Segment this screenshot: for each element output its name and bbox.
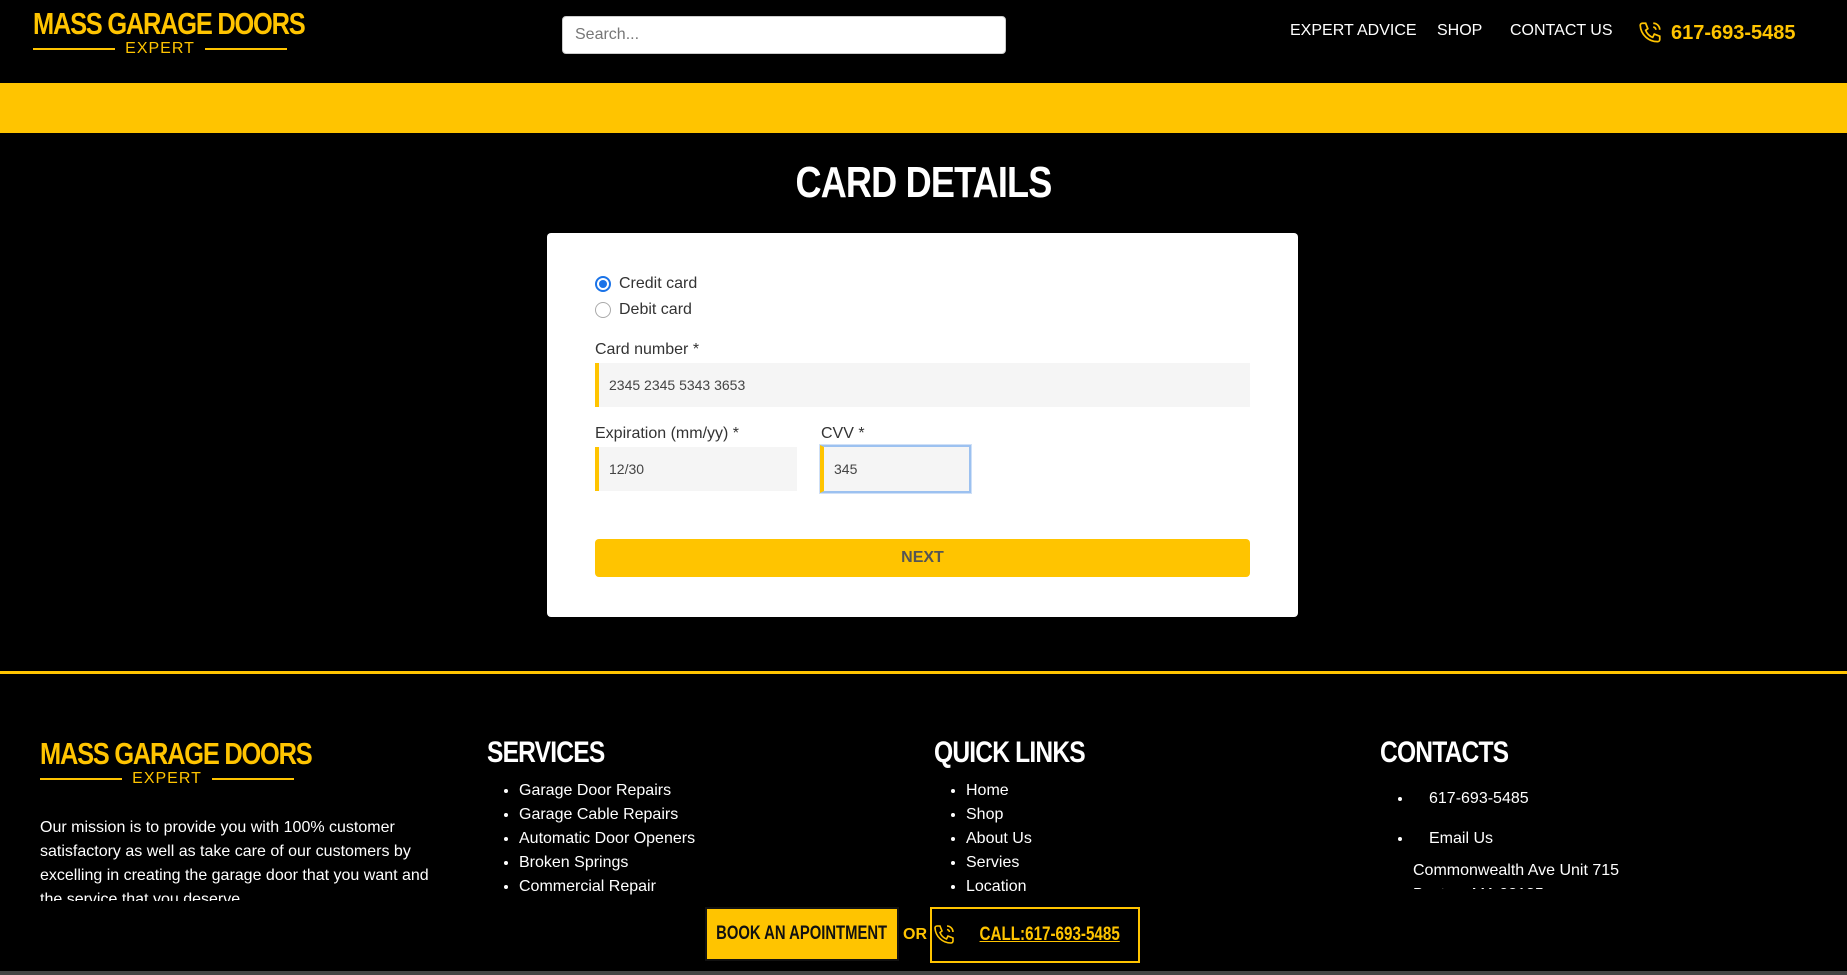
nav-shop[interactable]: SHOP [1437,22,1482,40]
contact-phone[interactable]: 617-693-5485 [1413,787,1619,811]
logo-line [40,778,123,780]
logo-line [204,48,288,50]
call-button[interactable]: CALL:617-693-5485 [930,907,1140,963]
cvv-input[interactable]: 345 [820,445,971,493]
call-button-label: CALL:617-693-5485 [979,924,1121,945]
card-number-label: Card number * [595,341,700,358]
book-appointment-label: BOOK AN APOINTMENT [716,923,888,944]
service-item[interactable]: Garage Door Repairs [519,779,695,803]
radio-checked-icon [595,276,611,292]
search-input[interactable] [562,16,1006,54]
quick-links-heading: QUICK LINKS [934,736,1086,769]
logo-sub-text: EXPERT [125,40,195,57]
quick-link-home[interactable]: Home [966,779,1032,803]
expiration-label: Expiration (mm/yy) * [595,425,740,442]
contact-address: Commonwealth Ave Unit 715 Boston, MA 021… [1413,859,1619,889]
contact-email[interactable]: Email Us [1413,827,1619,851]
radio-unchecked-icon [595,302,611,318]
quick-link-location[interactable]: Location [966,875,1032,899]
header-phone-text: 617-693-5485 [1671,21,1796,44]
nav-contact-us[interactable]: CONTACT US [1510,22,1613,40]
phone-icon [1639,22,1661,43]
contacts-heading: CONTACTS [1380,736,1509,769]
phone-icon [934,925,955,944]
service-item[interactable]: Broken Springs [519,851,695,875]
cta-or-text: OR [903,926,927,943]
quick-link-about[interactable]: About Us [966,827,1032,851]
radio-debit-label: Debit card [619,301,692,318]
services-list: Garage Door Repairs Garage Cable Repairs… [487,779,695,899]
yellow-band [0,83,1847,133]
site-header: MASS GARAGE DOORS EXPERT EXPERT ADVICE S… [0,0,1847,83]
header-phone-link[interactable]: 617-693-5485 [1637,20,1796,46]
cvv-label: CVV * [821,425,865,442]
radio-debit-card[interactable]: Debit card [595,301,692,319]
services-heading: SERVICES [487,736,605,769]
footer-logo[interactable]: MASS GARAGE DOORS EXPERT [40,736,313,787]
quick-links-list: Home Shop About Us Servies Location [934,779,1032,899]
service-item[interactable]: Garage Cable Repairs [519,803,695,827]
footer-logo-sub: EXPERT [132,770,202,787]
quick-link-shop[interactable]: Shop [966,803,1032,827]
footer-mission-text: Our mission is to provide you with 100% … [40,819,429,901]
bottom-strip [0,971,1847,975]
card-number-input[interactable]: 2345 2345 5343 3653 [595,363,1250,407]
service-item[interactable]: Commercial Repair [519,875,695,899]
expiration-input[interactable]: 12/30 [595,447,797,491]
footer-logo-sub-row: EXPERT [40,770,295,787]
quick-link-services[interactable]: Servies [966,851,1032,875]
logo-line [211,778,295,780]
logo-sub-row: EXPERT [33,40,288,57]
logo-main-text: MASS GARAGE DOORS [33,6,306,41]
page-title: CARD DETAILS [795,158,1052,207]
nav-expert-advice[interactable]: EXPERT ADVICE [1290,22,1417,40]
footer-divider [0,671,1847,674]
footer-logo-main: MASS GARAGE DOORS [40,736,313,771]
book-appointment-button[interactable]: BOOK AN APOINTMENT [705,907,899,961]
contacts-list: 617-693-5485 Email Us Commonwealth Ave U… [1381,787,1619,889]
next-button[interactable]: NEXT [595,539,1250,577]
radio-credit-label: Credit card [619,275,698,292]
radio-credit-card[interactable]: Credit card [595,275,697,293]
service-item[interactable]: Automatic Door Openers [519,827,695,851]
logo-line [33,48,116,50]
site-logo[interactable]: MASS GARAGE DOORS EXPERT [33,6,306,57]
card-details-form: Credit card Debit card Card number * 234… [547,233,1298,617]
